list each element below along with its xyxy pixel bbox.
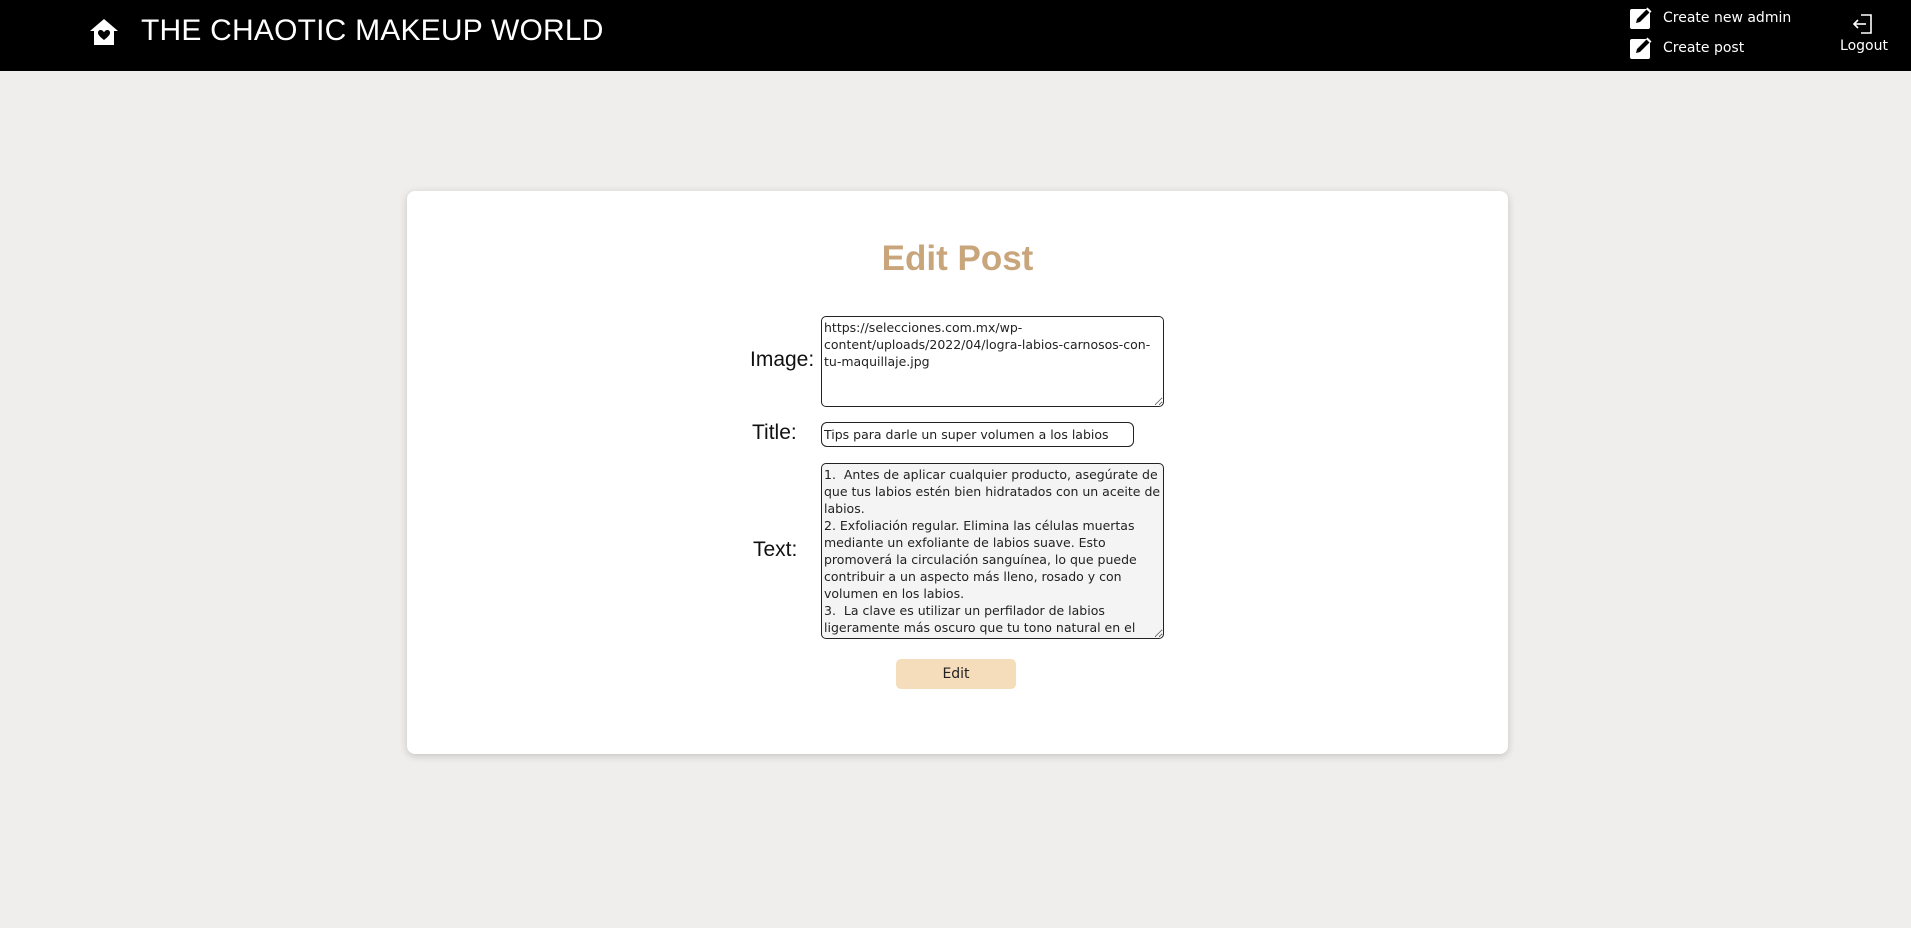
image-label: Image: <box>750 348 815 371</box>
top-navbar: THE CHAOTIC MAKEUP WORLD Create new admi… <box>0 0 1911 71</box>
post-text-field[interactable]: 1. Antes de aplicar cualquier producto, … <box>821 463 1164 639</box>
home-heart-icon <box>90 19 118 45</box>
edit-square-icon <box>1629 6 1653 30</box>
edit-square-icon <box>1629 36 1653 60</box>
text-label: Text: <box>753 538 798 561</box>
title-label: Title: <box>752 421 797 444</box>
image-url-field[interactable]: https://selecciones.com.mx/wp-content/up… <box>821 316 1164 407</box>
logout-button[interactable]: Logout <box>1838 12 1890 54</box>
page-title: Edit Post <box>881 239 1034 278</box>
logout-label: Logout <box>1840 38 1888 54</box>
create-admin-link[interactable]: Create new admin <box>1629 6 1791 30</box>
create-post-link[interactable]: Create post <box>1629 36 1744 60</box>
create-post-label: Create post <box>1663 40 1745 56</box>
title-field[interactable] <box>821 422 1134 447</box>
site-brand[interactable]: THE CHAOTIC MAKEUP WORLD <box>141 14 604 48</box>
create-admin-label: Create new admin <box>1663 10 1792 26</box>
edit-post-card: Edit Post Image: https://selecciones.com… <box>407 191 1508 754</box>
home-button[interactable] <box>86 15 122 49</box>
logout-icon <box>1838 12 1890 38</box>
edit-submit-button[interactable]: Edit <box>896 659 1016 689</box>
